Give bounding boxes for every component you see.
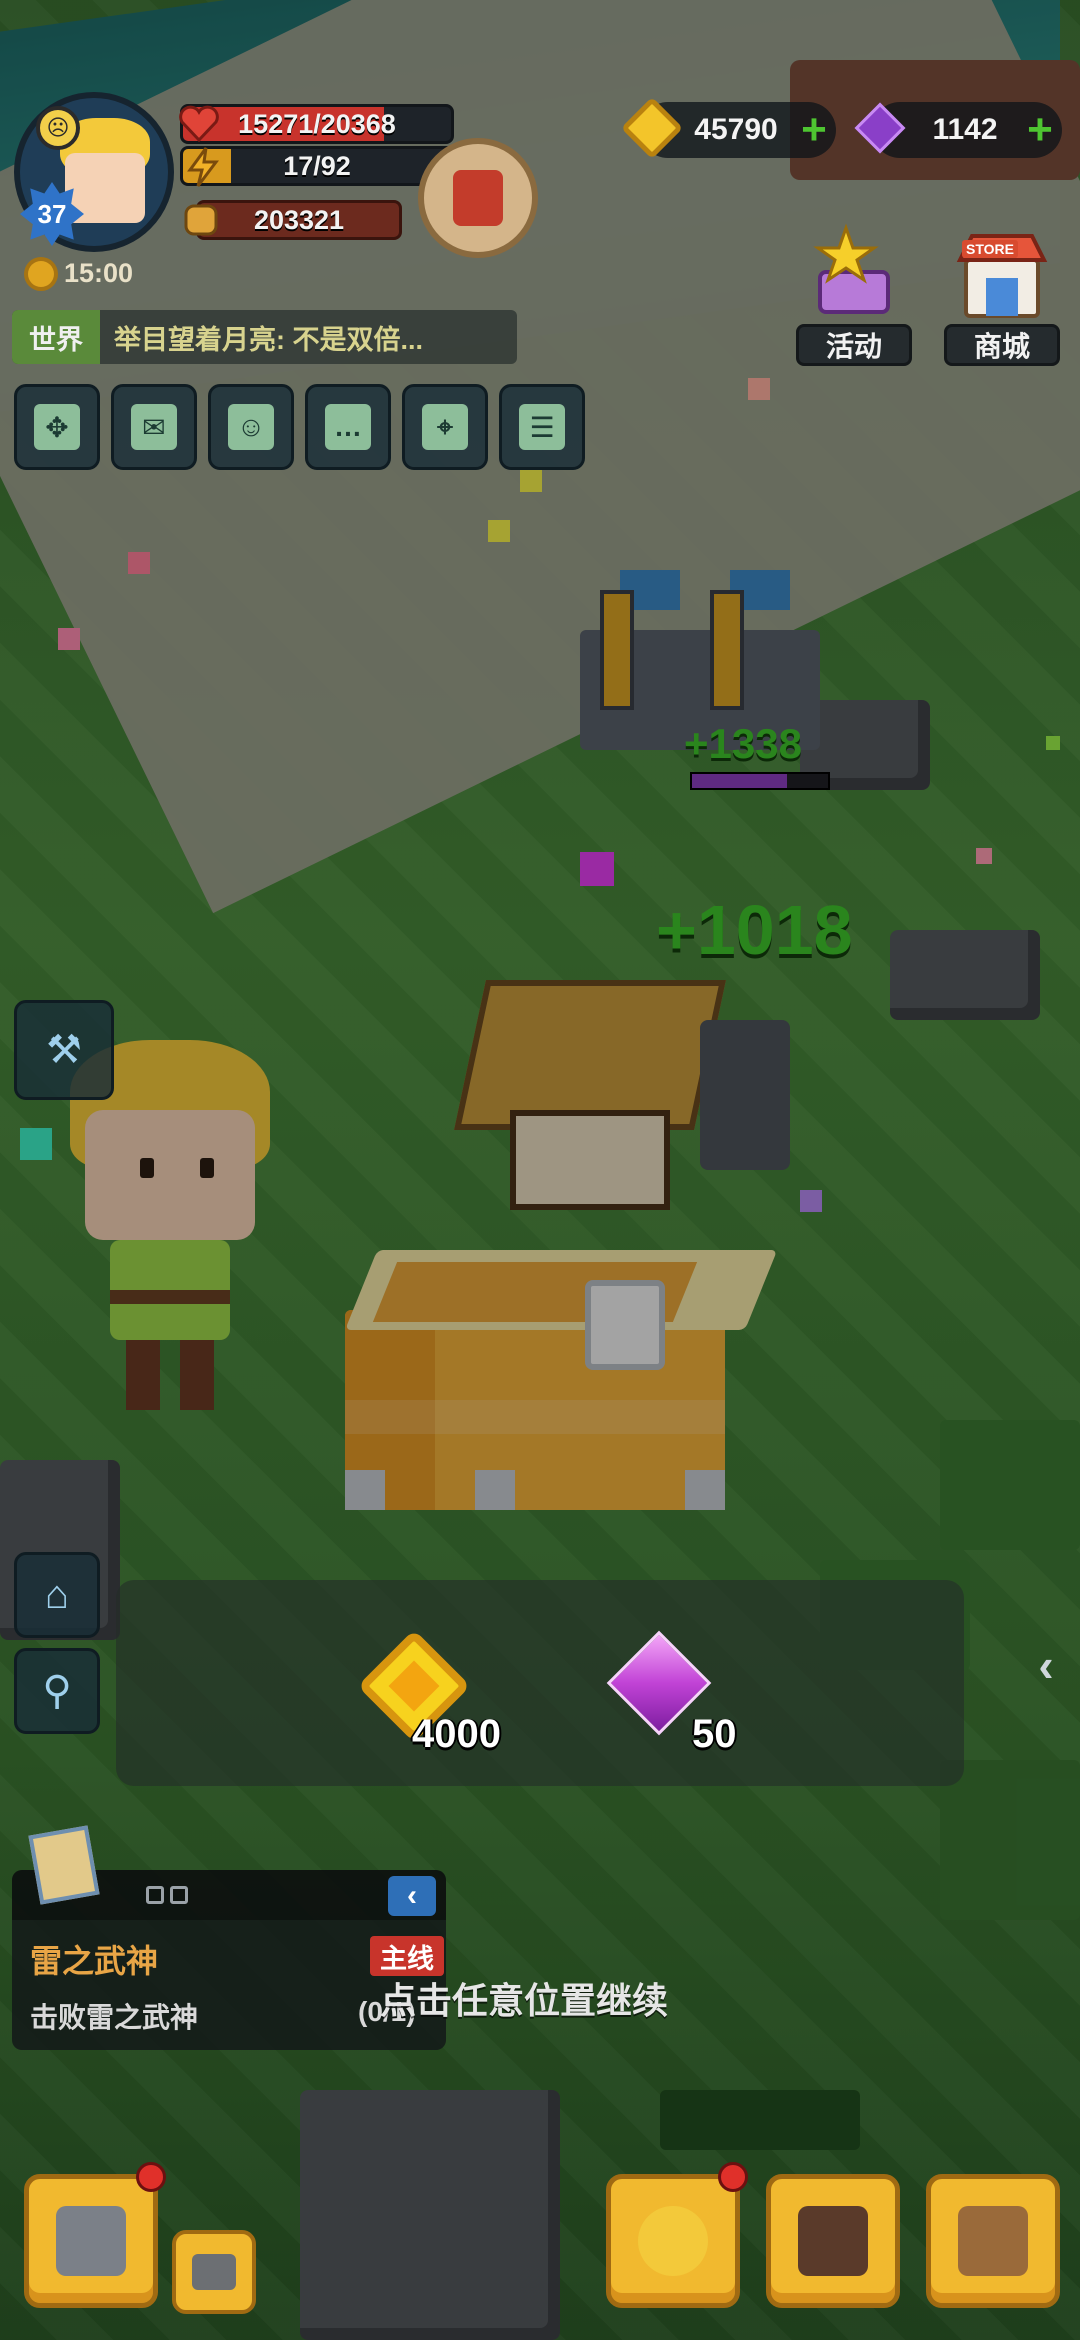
gem-reward-amount: 50 <box>692 1712 737 1756</box>
location-pin-icon: ⚲ <box>42 1669 72 1713</box>
home-icon: ⌂ <box>44 1572 70 1617</box>
page-dots <box>146 1886 188 1904</box>
store-building-icon <box>954 220 1050 320</box>
guild-emblem-button[interactable] <box>418 138 538 258</box>
build-button[interactable] <box>24 2174 158 2308</box>
notification-dot <box>718 2162 748 2192</box>
game-clock: 15:00 <box>28 258 133 289</box>
collapse-quest-button[interactable]: ‹ <box>388 1876 436 1916</box>
lightning-icon <box>180 144 226 190</box>
friends-button[interactable]: ☺ <box>208 384 294 470</box>
gather-button[interactable]: ⚒ <box>14 1000 114 1100</box>
expand-button[interactable]: ✥ <box>14 384 100 470</box>
expand-arrows-icon: ✥ <box>34 404 80 450</box>
hp-value: 15271/20368 <box>238 108 396 139</box>
pets-button[interactable] <box>766 2174 900 2308</box>
side-expand-arrow-icon[interactable]: ‹ <box>1018 1630 1074 1700</box>
heart-icon <box>176 100 222 146</box>
chat-message: 举目望着月亮: 不是双倍... <box>114 324 423 355</box>
fist-icon <box>178 196 224 242</box>
events-button[interactable]: 活动 <box>796 220 912 368</box>
quest-title: 雷之武神 <box>30 1943 159 1979</box>
home-button[interactable]: ⌂ <box>14 1552 100 1638</box>
hero-portrait-icon <box>638 2206 708 2276</box>
hammer-icon <box>56 2206 126 2276</box>
emote-face-icon[interactable]: ☹ <box>36 106 80 150</box>
store-label: 商城 <box>944 324 1060 366</box>
hero-button[interactable] <box>606 2174 740 2308</box>
power-value: 203321 <box>253 204 345 235</box>
tools-icon: ⚒ <box>46 1028 82 1072</box>
mail-button[interactable]: ✉ <box>111 384 197 470</box>
quest-scroll-icon[interactable] <box>28 1810 108 1910</box>
clipboard-icon: ☰ <box>519 404 565 450</box>
add-coins-button[interactable]: + <box>792 108 836 152</box>
warrior-face-icon <box>453 170 503 226</box>
quick-actions: ✥ ✉ ☺ … ⌖ ☰ <box>14 384 585 470</box>
events-label: 活动 <box>796 324 912 366</box>
backpack-button[interactable] <box>926 2174 1060 2308</box>
camera-button[interactable] <box>172 2230 256 2314</box>
world-chat-bar[interactable]: 世界 举目望着月亮: 不是双倍... <box>12 310 517 364</box>
reward-panel: 4000 50 <box>116 1580 964 1786</box>
mail-icon: ✉ <box>131 404 177 450</box>
events-star-icon <box>806 220 902 320</box>
quest-description: 击败雷之武神 <box>30 2002 199 2033</box>
store-tag: STORE <box>962 240 1018 258</box>
coin-icon <box>620 96 684 160</box>
map-pin-icon: ⌖ <box>422 404 468 450</box>
tasks-button[interactable]: ☰ <box>499 384 585 470</box>
chat-channel-label: 世界 <box>12 310 100 364</box>
gem-icon <box>852 100 908 156</box>
backpack-icon <box>958 2206 1028 2276</box>
friends-icon: ☺ <box>228 404 274 450</box>
player-avatar-group[interactable]: ☹ 37 <box>14 92 174 252</box>
tap-to-continue-hint[interactable]: 点击任意位置继续 <box>380 1972 668 2024</box>
main-quest-badge: 主线 <box>370 1936 444 1976</box>
chat-button[interactable]: … <box>305 384 391 470</box>
coin-reward-amount: 4000 <box>412 1712 501 1756</box>
pets-icon <box>798 2206 868 2276</box>
chat-bubble-icon: … <box>325 404 371 450</box>
add-gems-button[interactable]: + <box>1018 108 1062 152</box>
store-button[interactable]: STORE 商城 <box>944 220 1060 368</box>
map-button[interactable]: ⌖ <box>402 384 488 470</box>
sun-icon <box>28 260 54 287</box>
camera-icon <box>192 2254 236 2290</box>
clock-time: 15:00 <box>64 258 134 288</box>
notification-dot <box>136 2162 166 2192</box>
power-bar: 203321 <box>196 200 402 240</box>
locate-button[interactable]: ⚲ <box>14 1648 100 1734</box>
